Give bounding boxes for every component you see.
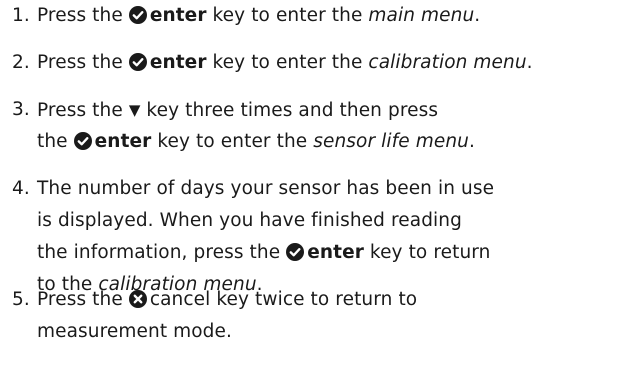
step-number: 2. — [12, 52, 30, 73]
enter-key-label: enter — [149, 5, 207, 26]
down-triangle-icon: ▼ — [128, 101, 141, 119]
menu-name: calibration menu — [368, 52, 527, 73]
step-text: Press the cancel key twice to return to … — [37, 284, 417, 348]
text-run: the information, press the — [37, 242, 287, 263]
text-run: key to enter the — [151, 131, 314, 152]
text-run: Press the — [37, 52, 129, 73]
step-text: Press the enter key to enter the calibra… — [37, 47, 533, 79]
step-number: 3. — [12, 99, 30, 120]
text-run: Press the — [37, 289, 129, 310]
text-run: key to enter the — [206, 52, 369, 73]
menu-name: main menu — [368, 5, 475, 26]
x-circle-icon — [128, 290, 147, 308]
step-line: the information, press the enter key to … — [37, 237, 494, 269]
check-circle-icon — [128, 53, 147, 71]
step-line: measurement mode. — [37, 321, 232, 342]
text-run: Press the — [37, 5, 129, 26]
step-line: the enter key to enter the sensor life m… — [37, 126, 475, 158]
text-run: . — [526, 52, 533, 73]
step-number: 4. — [12, 178, 30, 199]
step-text: The number of days your sensor has been … — [37, 173, 494, 301]
step-line: Press the enter key to enter the calibra… — [37, 47, 533, 79]
check-circle-icon — [286, 243, 305, 261]
step-line: is displayed. When you have finished rea… — [37, 210, 462, 231]
step-number: 1. — [12, 5, 30, 26]
enter-key-label: enter — [307, 242, 364, 263]
enter-key-label: enter — [94, 131, 152, 152]
text-run: key to enter the — [206, 5, 369, 26]
text-run: the — [37, 131, 74, 152]
cancel-key-label: cancel — [149, 289, 211, 310]
text-run: key three times and then press — [140, 100, 439, 121]
step-text: Press the enter key to enter the main me… — [37, 0, 480, 32]
text-run: Press the — [37, 100, 129, 121]
step-line: The number of days your sensor has been … — [37, 178, 495, 199]
check-circle-icon — [73, 132, 92, 150]
text-run: . — [468, 131, 475, 152]
text-run: . — [474, 5, 481, 26]
step-number: 5. — [12, 289, 30, 310]
text-run: key to return — [363, 242, 491, 263]
step-line: Press the cancel key twice to return to — [37, 284, 417, 316]
step-text: Press the ▼ key three times and then pre… — [37, 94, 475, 158]
menu-name: sensor life menu — [313, 131, 469, 152]
step-line: Press the enter key to enter the main me… — [37, 0, 480, 32]
enter-key-label: enter — [149, 52, 207, 73]
text-run: key twice to return to — [210, 289, 418, 310]
check-circle-icon — [128, 6, 147, 24]
step-line: Press the ▼ key three times and then pre… — [37, 94, 475, 126]
